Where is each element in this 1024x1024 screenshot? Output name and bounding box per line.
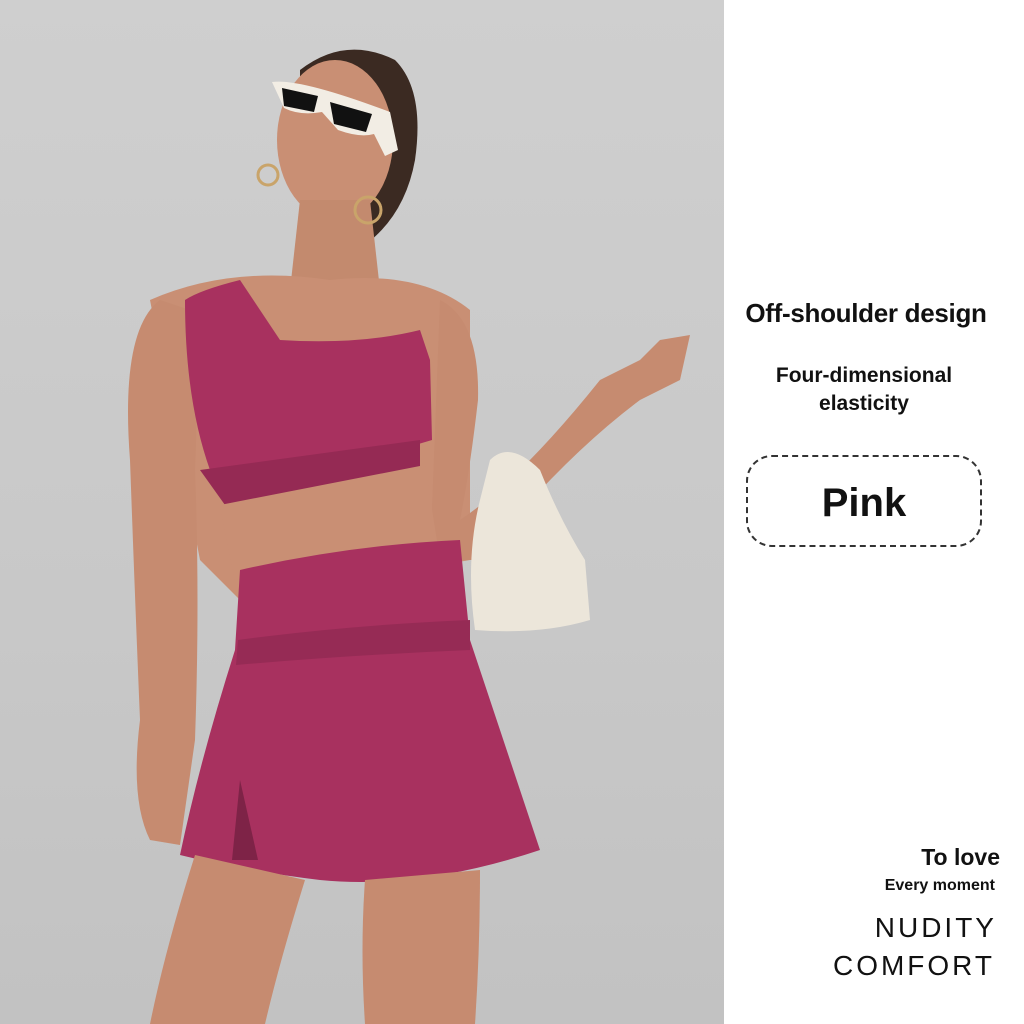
tagline-primary: To love	[921, 844, 1000, 870]
left-leg	[150, 855, 305, 1024]
feature-subtitle-text: Four-dimensional elasticity	[775, 364, 953, 415]
right-leg	[362, 870, 480, 1024]
color-label: Pink	[821, 481, 907, 525]
slogan-line-1: NUDITY	[874, 912, 997, 943]
tagline-secondary: Every moment	[884, 877, 995, 894]
model-illustration	[128, 49, 690, 1024]
handbag	[471, 452, 590, 632]
left-arm	[128, 300, 198, 845]
slogan-line-2: COMFORT	[832, 950, 995, 981]
feature-subtitle: Four-dimensional elasticity	[724, 362, 1004, 418]
info-panel: Off-shoulder design Four-dimensional ela…	[724, 0, 1024, 1024]
color-option: Pink	[746, 455, 982, 547]
product-photo	[0, 0, 724, 1024]
neck	[290, 200, 380, 290]
feature-title: Off-shoulder design	[745, 298, 987, 328]
